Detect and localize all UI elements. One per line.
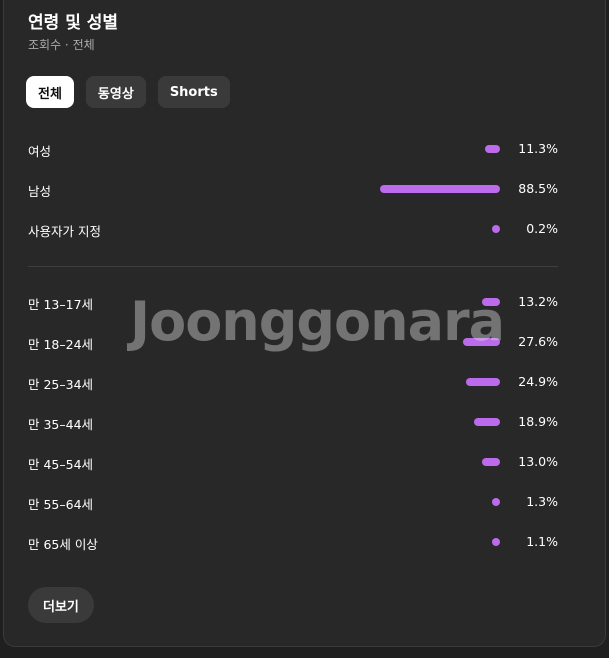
percentage-bar <box>462 338 500 346</box>
gender-row-male: 남성 88.5% <box>28 179 558 199</box>
row-value: 88.5% <box>518 181 558 196</box>
row-label: 사용자가 지정 <box>28 224 101 239</box>
row-label: 만 65세 이상 <box>28 537 98 552</box>
percentage-bar <box>492 225 500 233</box>
more-button[interactable]: 더보기 <box>28 587 94 623</box>
percentage-bar <box>482 458 500 466</box>
row-value: 13.2% <box>518 294 558 309</box>
age-row-35-44: 만 35–44세 18.9% <box>28 412 558 432</box>
age-row-18-24: 만 18–24세 27.6% <box>28 332 558 352</box>
row-label: 만 55–64세 <box>28 497 94 512</box>
row-value: 13.0% <box>518 454 558 469</box>
row-label: 만 45–54세 <box>28 457 94 472</box>
row-value: 1.3% <box>526 494 558 509</box>
age-row-25-34: 만 25–34세 24.9% <box>28 372 558 392</box>
card-title: 연령 및 성별 <box>28 13 119 33</box>
row-label: 여성 <box>28 144 52 159</box>
row-label: 만 13–17세 <box>28 297 94 312</box>
age-row-45-54: 만 45–54세 13.0% <box>28 452 558 472</box>
section-divider <box>28 266 558 267</box>
percentage-bar <box>380 185 500 193</box>
row-value: 0.2% <box>526 221 558 236</box>
row-value: 1.1% <box>526 534 558 549</box>
percentage-bar <box>492 498 500 506</box>
age-row-55-64: 만 55–64세 1.3% <box>28 492 558 512</box>
card-subtitle: 조회수 · 전체 <box>28 38 95 52</box>
age-row-13-17: 만 13–17세 13.2% <box>28 292 558 312</box>
percentage-bar <box>484 145 500 153</box>
row-value: 11.3% <box>518 141 558 156</box>
row-value: 18.9% <box>518 414 558 429</box>
percentage-bar <box>482 298 500 306</box>
tab-shorts[interactable]: Shorts <box>157 76 230 108</box>
gender-row-female: 여성 11.3% <box>28 139 558 159</box>
percentage-bar <box>466 378 500 386</box>
row-label: 남성 <box>28 184 52 199</box>
tab-videos[interactable]: 동영상 <box>85 76 146 108</box>
filter-tabs: 전체 동영상 Shorts <box>26 76 230 108</box>
row-value: 27.6% <box>518 334 558 349</box>
row-label: 만 18–24세 <box>28 337 94 352</box>
row-label: 만 25–34세 <box>28 377 94 392</box>
percentage-bar <box>492 538 500 546</box>
percentage-bar <box>474 418 500 426</box>
row-value: 24.9% <box>518 374 558 389</box>
tab-all[interactable]: 전체 <box>26 76 74 108</box>
age-row-65-plus: 만 65세 이상 1.1% <box>28 532 558 552</box>
row-label: 만 35–44세 <box>28 417 94 432</box>
gender-row-custom: 사용자가 지정 0.2% <box>28 219 558 239</box>
